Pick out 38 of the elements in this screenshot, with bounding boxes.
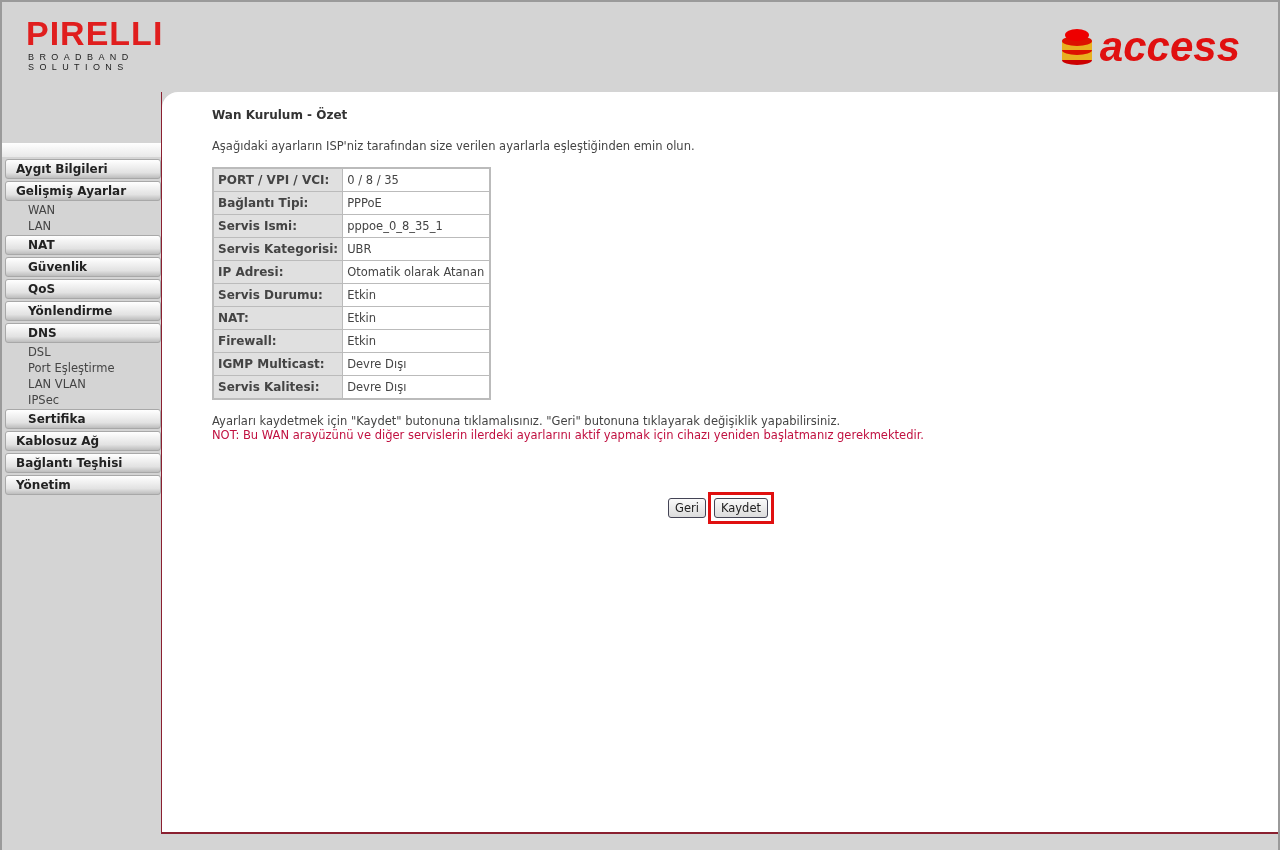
table-cell: NAT:: [213, 306, 343, 330]
brand-logo: PIRELLI: [26, 16, 164, 52]
table-cell: Bağlantı Tipi:: [213, 191, 343, 215]
sidebar-item[interactable]: Aygıt Bilgileri: [5, 159, 161, 179]
sidebar-item[interactable]: Gelişmiş Ayarlar: [5, 181, 161, 201]
sidebar-item[interactable]: Bağlantı Teşhisi: [5, 453, 161, 473]
back-button[interactable]: Geri: [668, 498, 706, 518]
sidebar-item[interactable]: LAN VLAN: [2, 376, 161, 392]
sidebar-item[interactable]: QoS: [5, 279, 161, 299]
stacked-discs-icon: [1059, 28, 1094, 66]
save-button[interactable]: Kaydet: [713, 498, 768, 518]
table-cell: Servis Kalitesi:: [213, 375, 343, 399]
table-cell: Servis Kategorisi:: [213, 237, 343, 261]
table-cell: IP Adresi:: [213, 260, 343, 284]
sidebar-item[interactable]: DSL: [2, 344, 161, 360]
table-cell: Firewall:: [213, 329, 343, 353]
sidebar-item[interactable]: WAN: [2, 202, 161, 218]
sidebar-item[interactable]: Kablosuz Ağ: [5, 431, 161, 451]
partner-logo: access: [1059, 2, 1240, 68]
sidebar-item[interactable]: Sertifika: [5, 409, 161, 429]
table-cell: Servis Ismi:: [213, 214, 343, 238]
table-cell: Servis Durumu:: [213, 283, 343, 307]
brand-tagline: SOLUTIONS: [28, 62, 130, 72]
intro-text: Aşağıdaki ayarların ISP'niz tarafından size verilen ayarlarla eşleştiğinden emin olun.: [212, 139, 696, 153]
table-cell: IGMP Multicast:: [213, 352, 343, 376]
sidebar-item[interactable]: DNS: [5, 323, 161, 343]
sidebar-item[interactable]: Port Eşleştirme: [2, 360, 161, 376]
table-cell: PORT / VPI / VCI:: [213, 168, 343, 192]
brand-tagline: BROADBAND: [28, 52, 135, 62]
page-title: Wan Kurulum - Özet: [212, 108, 349, 122]
sidebar-item[interactable]: Yönlendirme: [5, 301, 161, 321]
sidebar-item[interactable]: IPSec: [2, 392, 161, 408]
sidebar-item[interactable]: Güvenlik: [5, 257, 161, 277]
sidebar-item[interactable]: Yönetim: [5, 475, 161, 495]
sidebar-item[interactable]: NAT: [5, 235, 161, 255]
note-text: NOT: Bu WAN arayüzünü ve diğer servislerin ilerdeki ayarlarını aktif yapmak için cihazı yeniden başlatmanız gerekmektedir.: [212, 428, 925, 442]
sidebar-item[interactable]: LAN: [2, 218, 161, 234]
help-text: Ayarları kaydetmek için "Kaydet" butonuna tıklamalısınız. "Geri" butonuna tıklayarak değişiklik yapabilirsiniz.: [212, 414, 842, 428]
